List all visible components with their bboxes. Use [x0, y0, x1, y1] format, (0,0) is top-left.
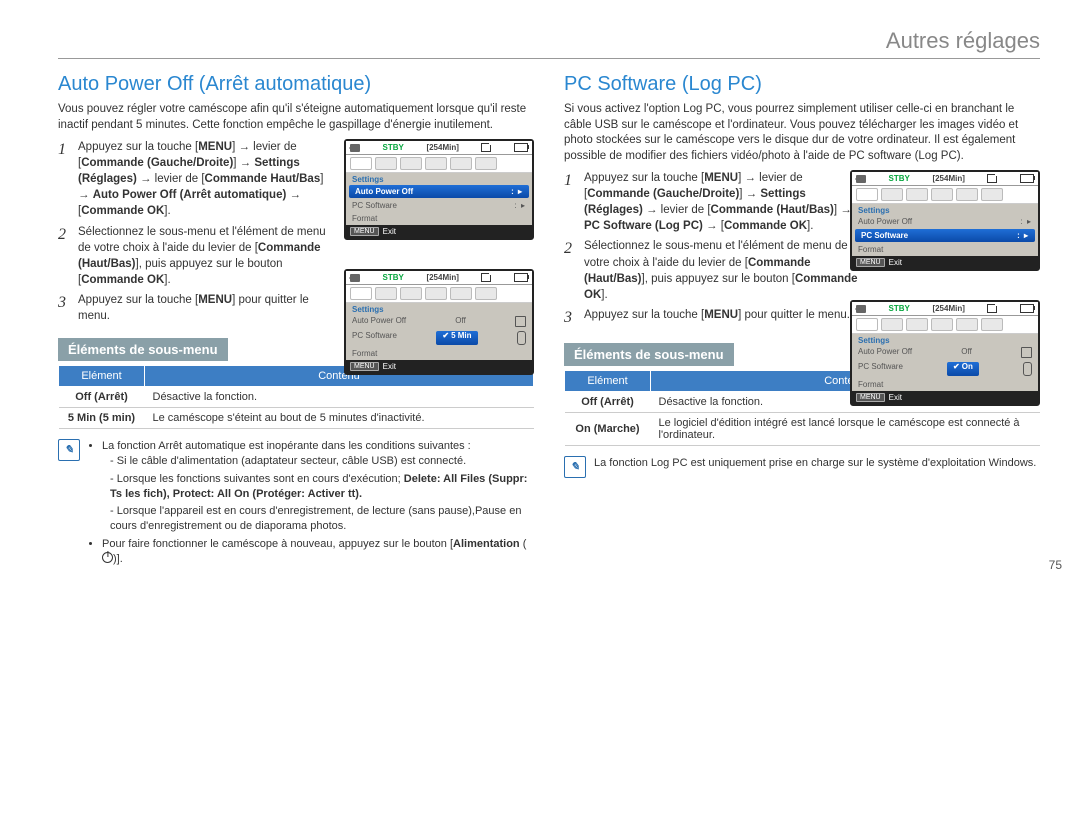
menu-tab-row [346, 155, 532, 173]
camcorder-icon [350, 274, 360, 282]
tab-icon [400, 157, 422, 170]
submenu-selected: On [947, 362, 979, 376]
status-time: [254Min] [932, 174, 964, 183]
column-right: PC Software (Log PC) Si vous activez l'o… [564, 71, 1040, 570]
menu-item: Format [852, 378, 1038, 391]
menu-title: Settings [346, 173, 532, 184]
battery-icon [514, 273, 528, 282]
tab-icon [475, 157, 497, 170]
tab-icon [475, 287, 497, 300]
step-1: 1 Appuyez sur la touche [MENU] → levier … [564, 170, 865, 234]
status-stby: STBY [383, 143, 404, 152]
camcorder-icon [856, 305, 866, 313]
battery-icon [1020, 304, 1034, 313]
screenshot-right-1: STBY [254Min] Settings Auto Power Off: ▸… [850, 170, 1040, 271]
menu-item: PC Software 5 Min [346, 329, 532, 347]
menu-button-icon: MENU [350, 227, 379, 236]
step-3: 3 Appuyez sur la touche [MENU] pour quit… [564, 307, 865, 329]
col-element: Elément [59, 366, 145, 387]
step-2: 2 Sélectionnez le sous-menu et l'élément… [564, 238, 865, 302]
menu-item: Auto Power Off Off [346, 314, 532, 329]
step-1-text: Appuyez sur la touche [MENU] → levier de… [78, 139, 334, 219]
tab-icon [375, 157, 397, 170]
sd-card-icon [481, 273, 491, 282]
menu-item: Auto Power Off: ▸ [852, 215, 1038, 228]
clock-icon [515, 316, 526, 327]
tab-icon [425, 157, 447, 170]
step-1: 1 Appuyez sur la touche [MENU] → levier … [58, 139, 334, 219]
menu-button-icon: MENU [856, 393, 885, 402]
manual-page: Autres réglages Auto Power Off (Arrêt au… [0, 0, 1080, 590]
tab-icon [375, 287, 397, 300]
note-block-right: ✎ La fonction Log PC est uniquement pris… [564, 456, 1040, 478]
tab-icon [350, 157, 372, 170]
menu-item: Format [852, 243, 1038, 256]
tab-icon [450, 287, 472, 300]
status-time: [254Min] [932, 304, 964, 313]
status-time: [254Min] [426, 143, 458, 152]
heading-pc-software: PC Software (Log PC) [564, 73, 1040, 96]
camcorder-icon [856, 175, 866, 183]
screenshot-right-2: STBY [254Min] Settings Auto Power Off Of… [850, 300, 1040, 406]
step-2-text: Sélectionnez le sous-menu et l'élément d… [78, 224, 334, 288]
submenu-subhead: Éléments de sous-menu [58, 338, 228, 361]
tab-icon [425, 287, 447, 300]
page-header-title: Autres réglages [886, 28, 1040, 58]
menu-tab-row [852, 316, 1038, 334]
scrollbar-icon [517, 331, 526, 345]
heading-auto-power-off: Auto Power Off (Arrêt automatique) [58, 73, 534, 96]
menu-item-selected: PC Software: ▸ [855, 229, 1035, 242]
table-row: 5 Min (5 min) Le caméscope s'éteint au b… [59, 408, 534, 429]
sd-card-icon [987, 304, 997, 313]
submenu-selected: 5 Min [436, 331, 477, 345]
note-block-left: ✎ La fonction Arrêt automatique est inop… [58, 439, 534, 570]
step-2: 2 Sélectionnez le sous-menu et l'élément… [58, 224, 334, 288]
note-icon: ✎ [58, 439, 80, 461]
menu-item: Format [346, 212, 532, 225]
status-time: [254Min] [426, 273, 458, 282]
sd-card-icon [987, 174, 997, 183]
camcorder-icon [350, 144, 360, 152]
status-stby: STBY [889, 174, 910, 183]
menu-button-icon: MENU [350, 362, 379, 371]
scrollbar-icon [1023, 362, 1032, 376]
menu-item: Auto Power Off Off [852, 345, 1038, 360]
intro-auto-power-off: Vous pouvez régler votre caméscope afin … [58, 102, 534, 133]
column-left: Auto Power Off (Arrêt automatique) Vous … [58, 71, 534, 570]
menu-item: Format [346, 347, 532, 360]
step-3: 3 Appuyez sur la touche [MENU] pour quit… [58, 292, 334, 324]
battery-icon [1020, 174, 1034, 183]
tab-icon [400, 287, 422, 300]
sd-card-icon [481, 143, 491, 152]
page-number: 75 [1049, 558, 1062, 572]
menu-title: Settings [346, 303, 532, 314]
menu-tab-row [346, 285, 532, 303]
table-row: Off (Arrêt) Désactive la fonction. [59, 387, 534, 408]
menu-tab-row [852, 186, 1038, 204]
step-3-text: Appuyez sur la touche [MENU] pour quitte… [78, 292, 334, 324]
screenshot-left-1: STBY [254Min] Settings [344, 139, 534, 240]
menu-item: PC Software On [852, 360, 1038, 378]
tab-icon [450, 157, 472, 170]
menu-button-icon: MENU [856, 258, 885, 267]
status-stby: STBY [383, 273, 404, 282]
status-stby: STBY [889, 304, 910, 313]
battery-icon [514, 143, 528, 152]
menu-item: PC Software : ▸ [346, 199, 532, 212]
screenshot-left-2: STBY [254Min] Settings [344, 269, 534, 375]
tab-icon [350, 287, 372, 300]
menu-item-selected: Auto Power Off : ▸ [349, 185, 529, 198]
mode-icon [1021, 347, 1032, 358]
table-row: On (Marche) Le logiciel d'édition intégr… [565, 413, 1040, 446]
intro-pc-software: Si vous activez l'option Log PC, vous po… [564, 102, 1040, 164]
page-header-bar: Autres réglages [58, 28, 1040, 59]
power-icon [102, 552, 113, 563]
submenu-subhead: Éléments de sous-menu [564, 343, 734, 366]
note-icon: ✎ [564, 456, 586, 478]
